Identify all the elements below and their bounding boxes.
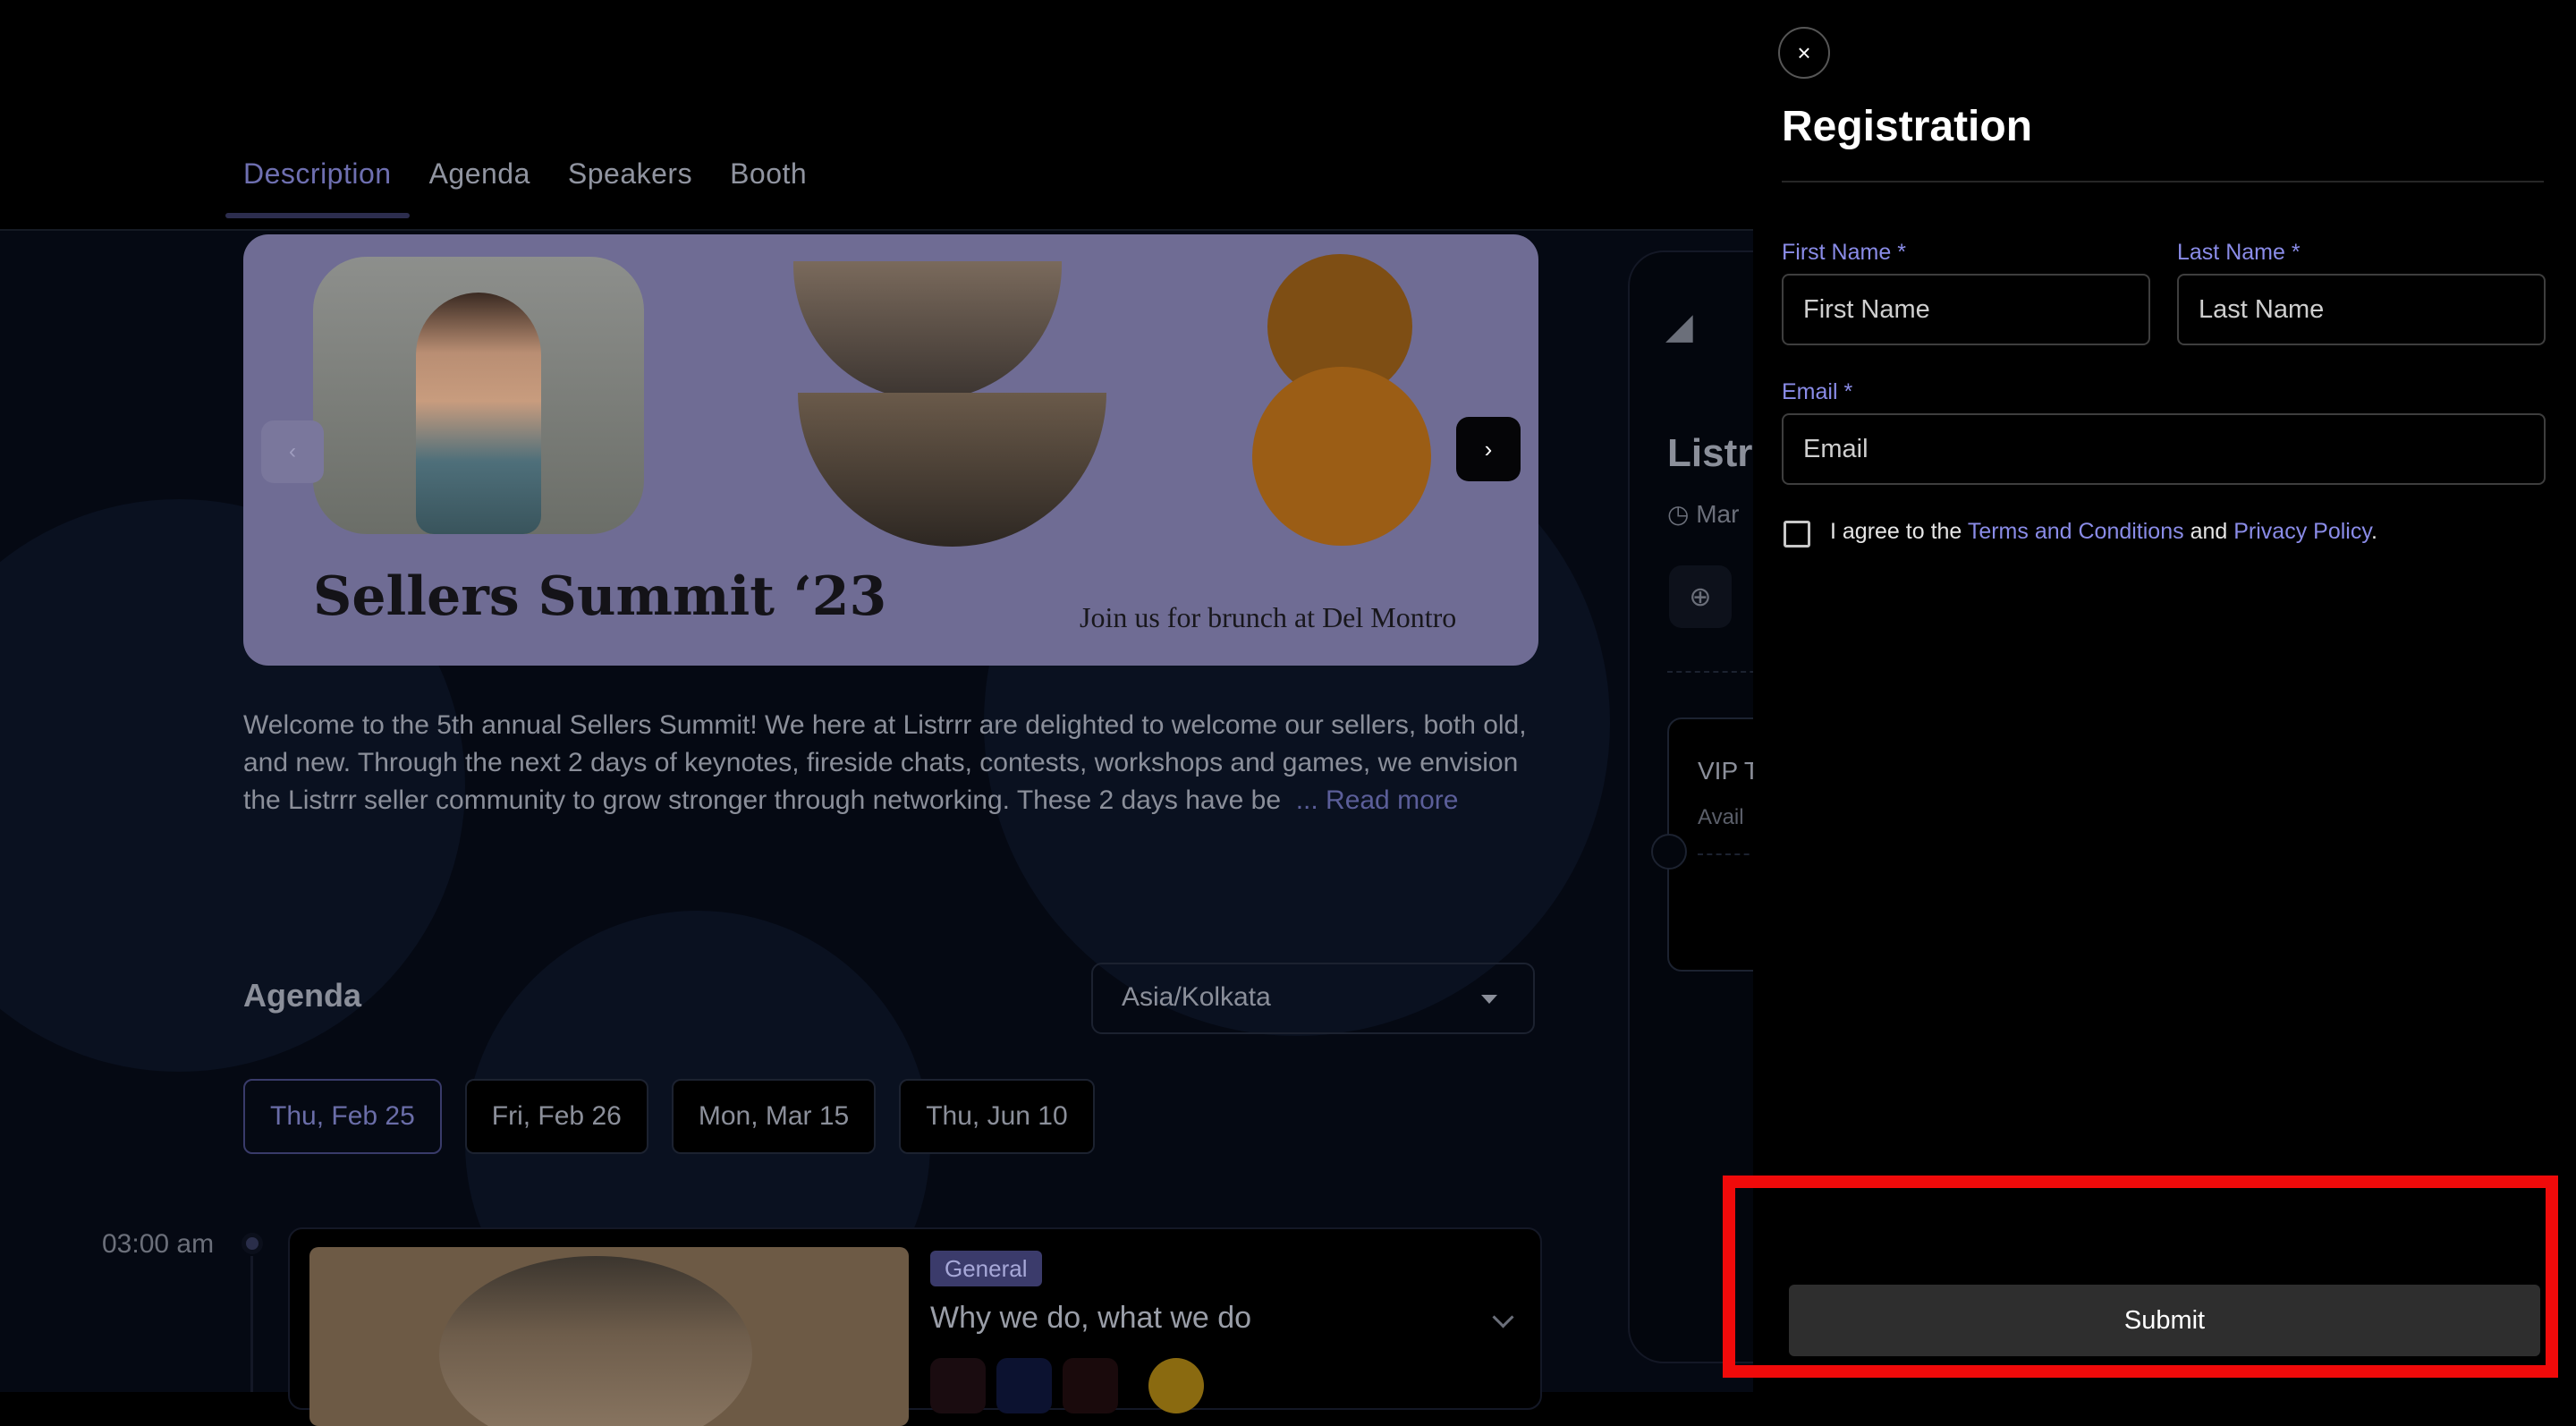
brand-logo-icon: ◢ <box>1665 307 1693 346</box>
banner-subtitle: Join us for brunch at Del Montro <box>1080 601 1457 633</box>
event-description: Welcome to the 5th annual Sellers Summit… <box>243 707 1531 819</box>
close-icon: × <box>1797 38 1811 66</box>
chevron-down-icon[interactable] <box>1492 1306 1514 1328</box>
privacy-link[interactable]: Privacy Policy <box>2233 519 2371 544</box>
event-date: ◷ Mar <box>1667 499 1739 529</box>
speaker-photo <box>313 257 644 534</box>
drawer-title: Registration <box>1782 103 2033 150</box>
agree-and: and <box>2190 519 2228 544</box>
timezone-value: Asia/Kolkata <box>1122 982 1271 1012</box>
agree-prefix: I agree to the <box>1830 519 1962 544</box>
sponsor-logo-3 <box>1063 1358 1118 1413</box>
agree-suffix: . <box>2371 519 2377 544</box>
ticket-availability: Avail <box>1698 805 1744 829</box>
sponsor-logo-4 <box>1148 1358 1204 1413</box>
carousel-prev-button[interactable]: ‹ <box>261 420 324 483</box>
email-input[interactable] <box>1782 413 2546 485</box>
session-time: 03:00 am <box>102 1229 215 1259</box>
ticket-notch <box>1651 834 1687 870</box>
session-card[interactable]: General Why we do, what we do <box>288 1227 1542 1426</box>
tab-speakers[interactable]: Speakers <box>568 143 692 218</box>
session-badge: General <box>930 1251 1042 1286</box>
carousel-next-button[interactable]: › <box>1456 417 1521 481</box>
first-name-label-text: First Name <box>1782 240 1892 265</box>
event-banner-carousel: Sellers Summit ‘23 Join us for brunch at… <box>243 234 1538 666</box>
tab-agenda[interactable]: Agenda <box>429 143 530 218</box>
timeline-line <box>250 1256 253 1392</box>
last-name-label: Last Name * <box>2177 240 2301 266</box>
close-button[interactable]: × <box>1778 27 1830 79</box>
brunch-photo-bottom <box>798 393 1106 547</box>
submit-highlight-box <box>1723 1176 2558 1378</box>
sponsor-logo-1 <box>930 1358 986 1413</box>
ticket-name: VIP T <box>1698 757 1760 785</box>
timeline-dot <box>242 1233 263 1254</box>
chevron-right-icon: › <box>1484 435 1493 463</box>
last-name-label-text: Last Name <box>2177 240 2285 265</box>
agree-checkbox[interactable] <box>1784 521 1810 547</box>
first-name-input[interactable] <box>1782 274 2150 345</box>
event-tabs: Description Agenda Speakers Booth <box>225 143 807 233</box>
banner-title: Sellers Summit ‘23 <box>313 565 887 628</box>
brunch-photo-top <box>793 261 1062 400</box>
caret-down-icon <box>1481 995 1497 1004</box>
required-mark: * <box>1897 240 1906 265</box>
terms-link[interactable]: Terms and Conditions <box>1968 519 2184 544</box>
tab-description[interactable]: Description <box>225 143 410 218</box>
clock-icon: ◷ <box>1667 500 1690 528</box>
agenda-heading: Agenda <box>243 977 362 1014</box>
tab-booth[interactable]: Booth <box>730 143 807 218</box>
last-name-input[interactable] <box>2177 274 2546 345</box>
date-tab-4[interactable]: Thu, Jun 10 <box>899 1079 1095 1154</box>
date-tab-3[interactable]: Mon, Mar 15 <box>671 1079 877 1154</box>
agenda-date-tabs: Thu, Feb 25 Fri, Feb 26 Mon, Mar 15 Thu,… <box>243 1079 1095 1154</box>
title-divider <box>1782 181 2544 182</box>
chevron-left-icon: ‹ <box>289 439 296 463</box>
session-speaker-photo <box>309 1247 909 1426</box>
first-name-label: First Name * <box>1782 240 1906 266</box>
event-date-text: Mar <box>1696 500 1740 528</box>
decor-circle-bottom <box>1252 367 1431 546</box>
sponsor-logo-2 <box>996 1358 1052 1413</box>
date-tab-2[interactable]: Fri, Feb 26 <box>464 1079 648 1154</box>
globe-icon[interactable]: ⊕ <box>1669 565 1732 628</box>
required-mark: * <box>1843 379 1853 404</box>
required-mark: * <box>2291 240 2301 265</box>
read-more-link[interactable]: ... Read more <box>1296 785 1459 815</box>
email-label-text: Email <box>1782 379 1838 404</box>
session-title: Why we do, what we do <box>930 1301 1252 1335</box>
email-label: Email * <box>1782 379 1852 405</box>
timezone-select[interactable]: Asia/Kolkata <box>1091 963 1535 1034</box>
date-tab-1[interactable]: Thu, Feb 25 <box>243 1079 442 1154</box>
agree-text: I agree to the Terms and Conditions and … <box>1830 519 2377 545</box>
